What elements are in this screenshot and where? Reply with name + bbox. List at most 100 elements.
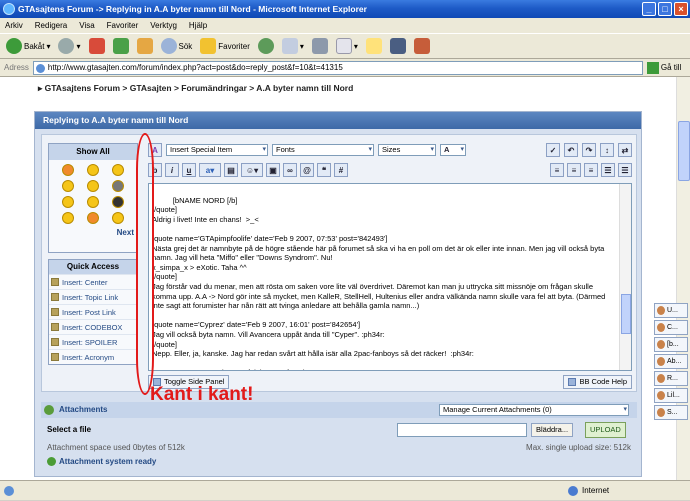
browse-button[interactable]: Bläddra...	[531, 423, 574, 437]
text-color-icon[interactable]: a▾	[199, 163, 221, 177]
align-left-icon[interactable]: ≡	[550, 163, 564, 177]
ready-check-icon	[47, 457, 56, 467]
go-button[interactable]: Gå till	[646, 61, 682, 74]
upload-button[interactable]: UPLOAD	[585, 422, 626, 438]
smiley-icon[interactable]	[86, 212, 99, 224]
toggle-mode-icon[interactable]: ⇄	[618, 143, 632, 157]
smiley-icon[interactable]	[112, 212, 125, 224]
resize-icon[interactable]: ↕	[600, 143, 614, 157]
online-user[interactable]: C...	[654, 320, 688, 335]
quick-item-label: Insert: Post Link	[62, 307, 116, 317]
file-path-input[interactable]	[397, 423, 527, 437]
page-scroll-thumb[interactable]	[678, 121, 690, 181]
favorites-button[interactable]: Favoriter	[198, 38, 252, 54]
mail-icon	[281, 38, 298, 54]
discuss-button[interactable]	[364, 38, 384, 54]
smiley-icon[interactable]	[61, 196, 74, 208]
breadcrumb[interactable]: ▸ GTAsajtens Forum > GTAsajten > Forumän…	[38, 83, 353, 94]
special-item-select[interactable]: Insert Special Item	[166, 144, 268, 156]
smiley-icon[interactable]	[61, 212, 74, 224]
align-right-icon[interactable]: ≡	[584, 163, 598, 177]
online-user[interactable]: [b...	[654, 337, 688, 352]
user-icon	[657, 391, 665, 400]
file-row: Select a file Bläddra... UPLOAD	[41, 422, 637, 440]
email-icon[interactable]: @	[300, 163, 314, 177]
messenger-button[interactable]	[388, 38, 408, 54]
maximize-button[interactable]: □	[658, 2, 672, 16]
favorites-label: Favoriter	[218, 41, 250, 51]
code-icon[interactable]: #	[334, 163, 348, 177]
smiley-icon[interactable]	[112, 196, 125, 208]
quote-icon[interactable]: ❝	[317, 163, 331, 177]
menu-arkiv[interactable]: Arkiv	[5, 18, 23, 33]
smiley-icon[interactable]	[61, 164, 74, 176]
smiley-icon[interactable]	[86, 164, 99, 176]
online-user[interactable]: Lil...	[654, 388, 688, 403]
color-select[interactable]: A	[440, 144, 466, 156]
textarea-scrollbar[interactable]	[619, 184, 631, 370]
quick-insert-post-link[interactable]: Insert: Post Link	[49, 304, 137, 319]
underline-button[interactable]: u	[182, 163, 196, 177]
align-center-icon[interactable]: ≡	[567, 163, 581, 177]
annotation-text: Kant i kant!	[150, 384, 254, 405]
ordered-list-icon[interactable]: ☰	[601, 163, 615, 177]
emoticon-icon[interactable]: ☺▾	[241, 163, 263, 177]
quick-insert-acronym[interactable]: Insert: Acronym	[49, 349, 137, 364]
smiley-icon[interactable]	[86, 180, 99, 192]
bgcolor-icon[interactable]: ▤	[224, 163, 238, 177]
quick-insert-center[interactable]: Insert: Center	[49, 274, 137, 289]
back-button[interactable]: Bakåt ▾	[4, 38, 52, 54]
smiley-icon[interactable]	[61, 180, 74, 192]
star-icon	[200, 38, 217, 54]
refresh-button[interactable]	[111, 38, 131, 54]
online-user[interactable]: Ab...	[654, 354, 688, 369]
italic-button[interactable]: i	[165, 163, 179, 177]
smiley-icon[interactable]	[112, 180, 125, 192]
online-user[interactable]: U...	[654, 303, 688, 318]
upload-label: UPLOAD	[590, 425, 621, 434]
spellcheck-icon[interactable]: ✓	[546, 143, 560, 157]
font-select[interactable]: Fonts	[272, 144, 374, 156]
quick-insert-codebox[interactable]: Insert: CODEBOX	[49, 319, 137, 334]
url-field[interactable]: http://www.gtasajten.com/forum/index.php…	[32, 60, 643, 75]
size-select[interactable]: Sizes	[378, 144, 436, 156]
menu-verktyg[interactable]: Verktyg	[150, 18, 177, 33]
forward-button[interactable]: ▾	[56, 38, 82, 54]
mail-button[interactable]: ▾	[280, 38, 306, 54]
close-button[interactable]: ×	[674, 2, 688, 16]
history-button[interactable]	[256, 38, 276, 54]
research-button[interactable]	[412, 38, 432, 54]
stop-button[interactable]	[87, 38, 107, 54]
print-button[interactable]	[310, 38, 330, 54]
go-label: Gå till	[660, 63, 682, 72]
red-annotation-oval	[136, 133, 154, 395]
quick-insert-topic-link[interactable]: Insert: Topic Link	[49, 289, 137, 304]
menu-favoriter[interactable]: Favoriter	[107, 18, 139, 33]
show-all-link[interactable]: Show All	[49, 144, 137, 160]
menu-hjalp[interactable]: Hjälp	[189, 18, 207, 33]
online-user[interactable]: S...	[654, 405, 688, 420]
undo-icon[interactable]: ↶	[564, 143, 578, 157]
manage-attachments-select[interactable]: Manage Current Attachments (0)	[439, 404, 629, 416]
redo-icon[interactable]: ↷	[582, 143, 596, 157]
unordered-list-icon[interactable]: ☰	[618, 163, 632, 177]
link-icon[interactable]: ∞	[283, 163, 297, 177]
search-button[interactable]: Sök	[159, 38, 195, 54]
home-button[interactable]	[135, 38, 155, 54]
smiley-icon[interactable]	[112, 164, 125, 176]
minimize-button[interactable]: _	[642, 2, 656, 16]
bb-code-help-button[interactable]: BB Code Help	[563, 375, 632, 389]
menu-redigera[interactable]: Redigera	[35, 18, 67, 33]
emoticons-next-link[interactable]: Next	[49, 228, 137, 237]
post-textarea[interactable]: [bNAME NORD [/b] [/quote] Aldrig i livet…	[148, 183, 632, 371]
online-user[interactable]: R...	[654, 371, 688, 386]
edit-button[interactable]: ▾	[334, 38, 360, 54]
font-label: Fonts	[276, 145, 295, 154]
image-icon[interactable]: ▣	[266, 163, 280, 177]
insert-icon	[51, 338, 59, 346]
quick-insert-spoiler[interactable]: Insert: SPOILER	[49, 334, 137, 349]
smiley-icon[interactable]	[86, 196, 99, 208]
menu-visa[interactable]: Visa	[79, 18, 94, 33]
textarea-scroll-thumb[interactable]	[621, 294, 631, 334]
forward-arrow-icon	[58, 38, 75, 54]
